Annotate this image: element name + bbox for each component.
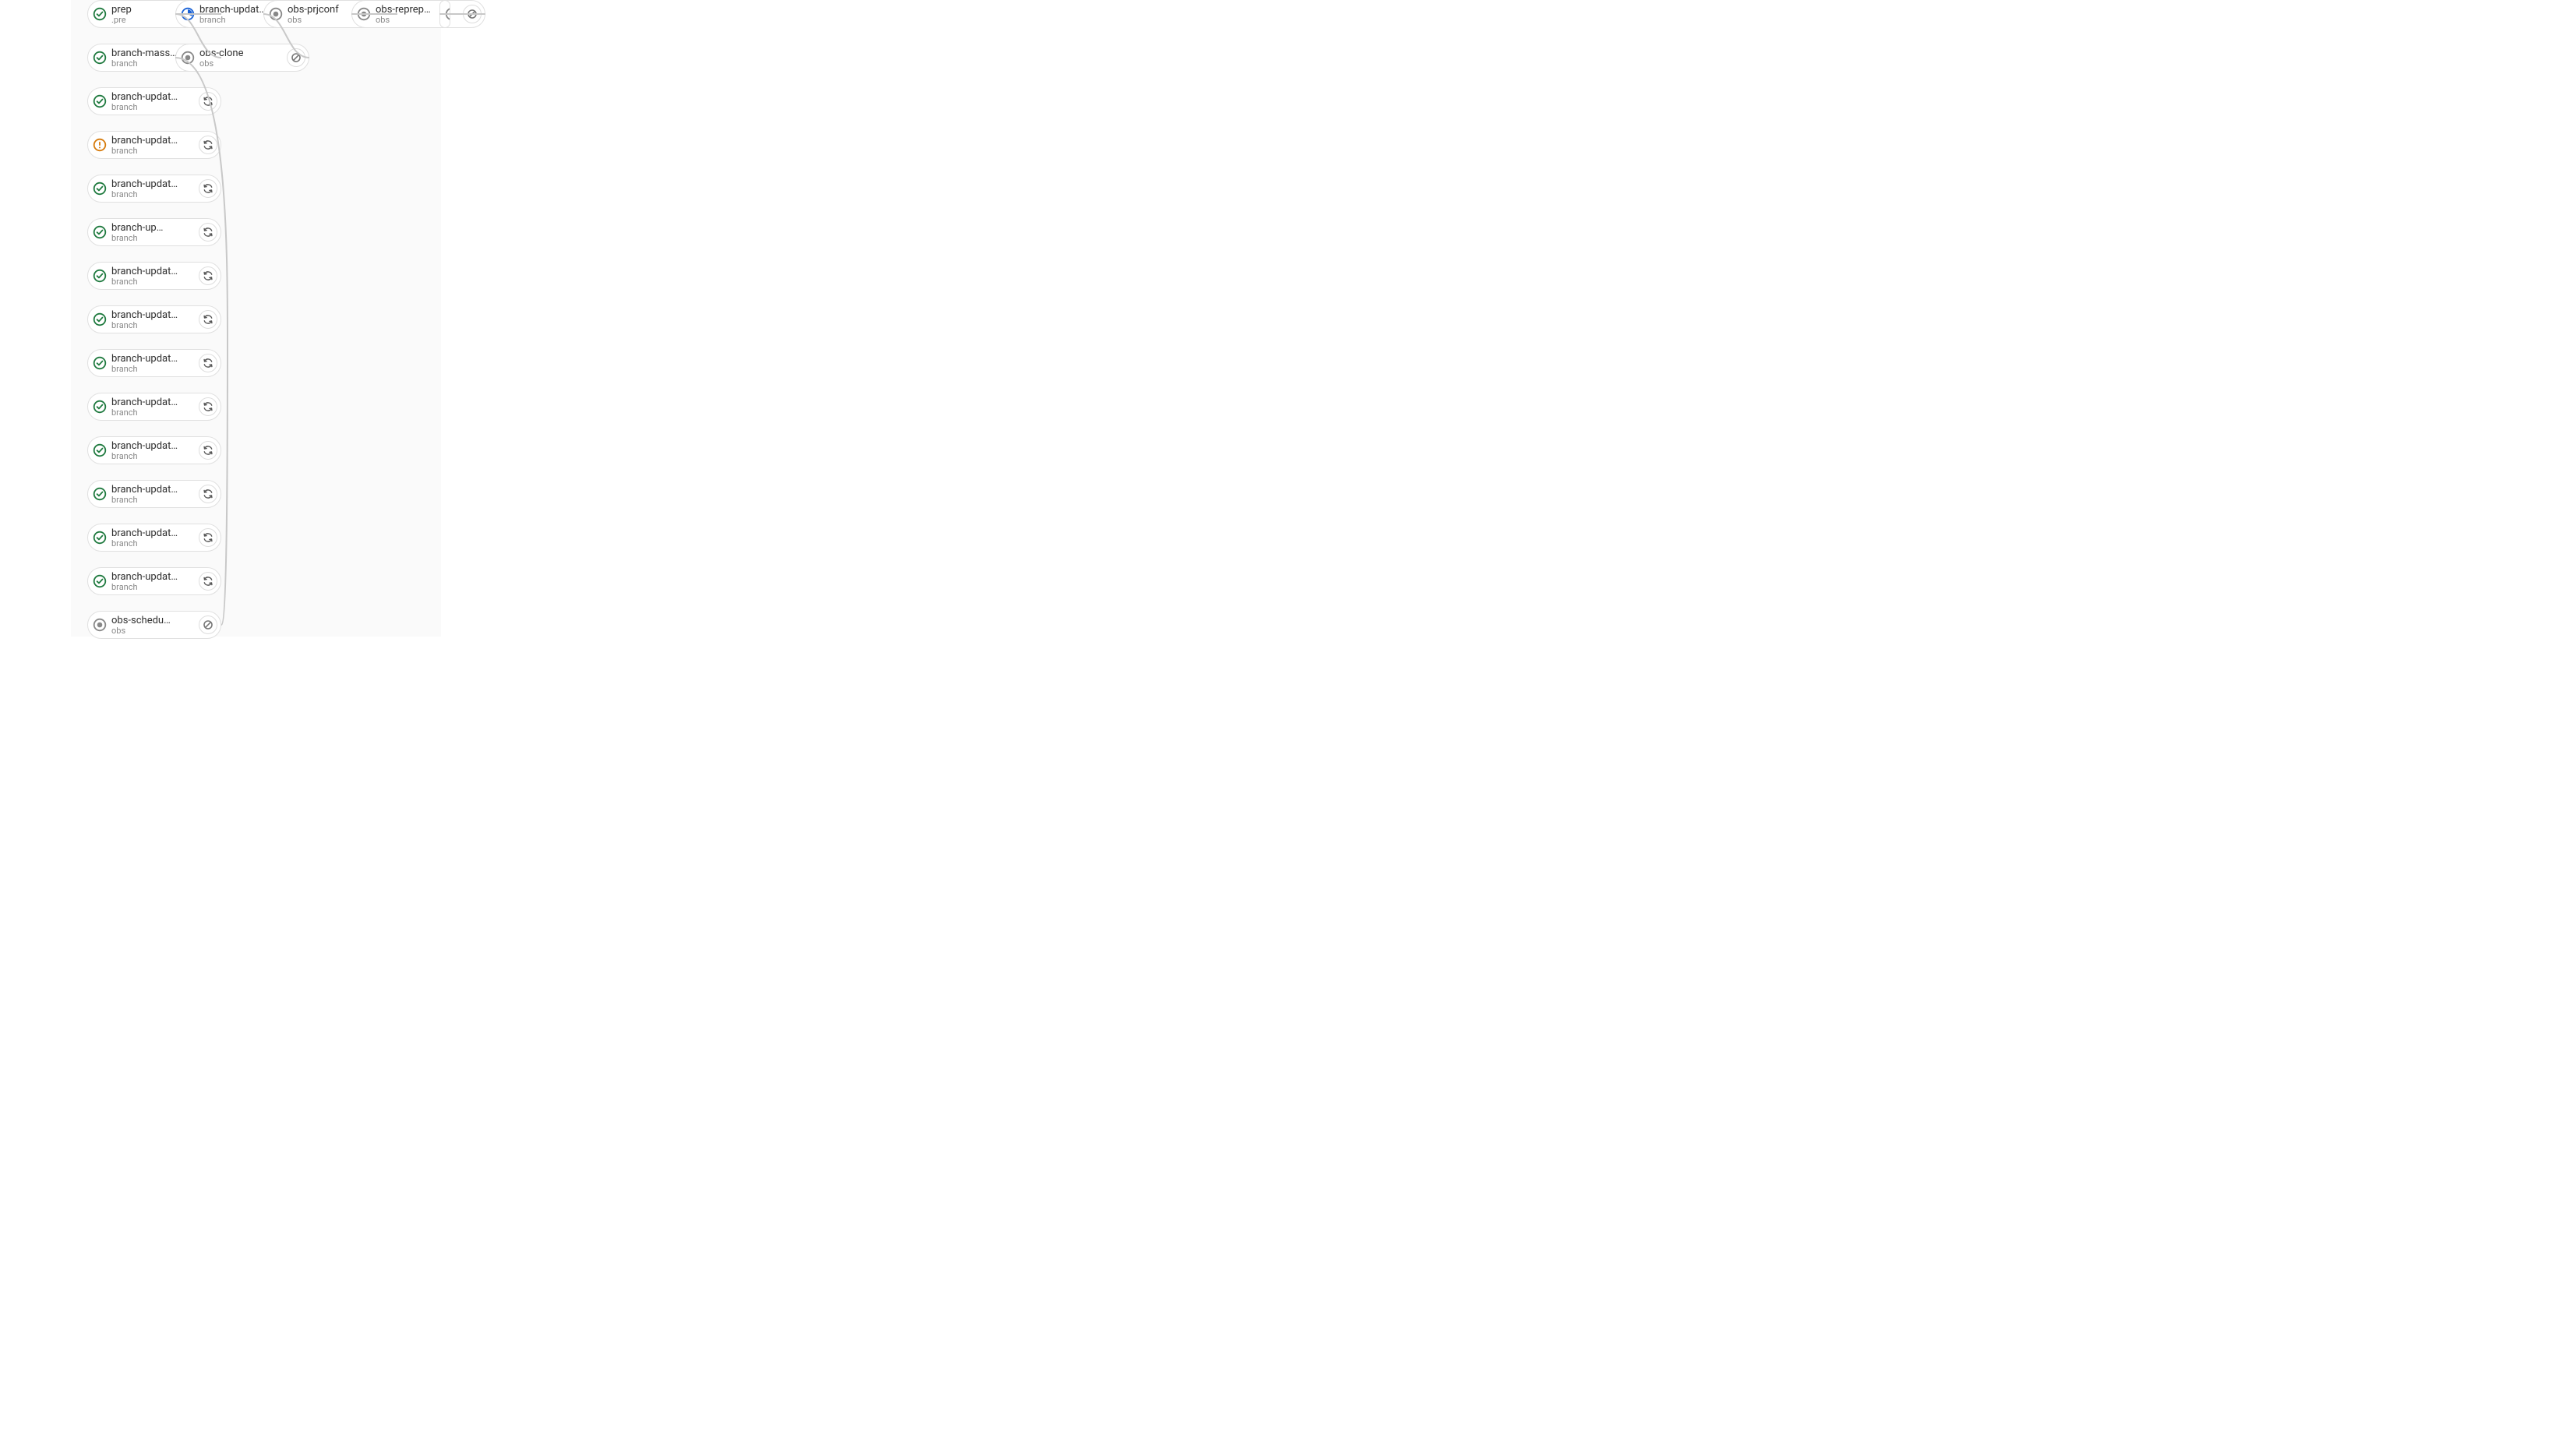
pipeline-node[interactable]: branch-up…branch xyxy=(87,218,221,246)
node-stage: branch xyxy=(111,365,194,373)
node-labels: branch-updat…branch xyxy=(111,136,194,155)
node-labels: obs-schedu…obs xyxy=(111,615,194,635)
retry-button[interactable] xyxy=(199,485,217,503)
node-labels: branch-updat…branch xyxy=(111,354,194,373)
node-stage: branch xyxy=(111,321,194,330)
node-title: branch-updat… xyxy=(111,136,194,146)
node-title: branch-updat… xyxy=(111,92,194,102)
node-stage: branch xyxy=(111,583,194,591)
success-icon xyxy=(93,225,107,239)
success-icon xyxy=(93,356,107,370)
success-icon xyxy=(93,312,107,326)
created-icon xyxy=(181,51,195,65)
node-stage: branch xyxy=(111,277,194,286)
retry-button[interactable] xyxy=(199,397,217,416)
node-title: branch-updat… xyxy=(111,572,194,582)
node-title: obs-clone xyxy=(199,48,282,58)
success-icon xyxy=(93,182,107,196)
node-labels: branch-updat…branch xyxy=(111,441,194,460)
pipeline-node[interactable]: branch-updat…branch xyxy=(87,131,221,159)
pipeline-node[interactable]: branch-updat…branch xyxy=(87,175,221,203)
node-title: branch-updat… xyxy=(111,397,194,407)
node-title: branch-updat… xyxy=(111,179,194,189)
node-labels: obs-cloneobs xyxy=(199,48,282,68)
node-title: branch-up… xyxy=(111,223,194,233)
node-stage: branch xyxy=(111,539,194,548)
node-labels: branch-up…branch xyxy=(111,223,194,242)
node-stage: branch xyxy=(111,496,194,504)
node-labels: branch-updat…branch xyxy=(111,397,194,417)
node-title: branch-updat… xyxy=(111,485,194,495)
pipeline-canvas-right xyxy=(441,0,1145,637)
node-stage: branch xyxy=(111,408,194,417)
created-icon xyxy=(93,618,107,632)
node-labels: branch-updat…branch xyxy=(111,179,194,199)
node-title: obs-schedu… xyxy=(111,615,194,626)
pipeline-node[interactable]: branch-updat…branch xyxy=(87,567,221,595)
retry-button[interactable] xyxy=(199,266,217,285)
retry-button[interactable] xyxy=(199,310,217,329)
pipeline-node[interactable]: obs-schedu…obs xyxy=(87,611,221,639)
success-icon xyxy=(93,443,107,457)
node-labels: branch-updat…branch xyxy=(111,266,194,286)
created-icon xyxy=(269,7,283,21)
node-title: branch-updat… xyxy=(111,354,194,364)
node-stage: branch xyxy=(111,190,194,199)
retry-button[interactable] xyxy=(199,223,217,242)
success-icon xyxy=(93,574,107,588)
node-title: branch-updat… xyxy=(111,266,194,277)
pipeline-node[interactable]: branch-updat…branch xyxy=(87,524,221,552)
node-labels: branch-updat…branch xyxy=(111,92,194,111)
node-stage: obs xyxy=(199,59,282,68)
success-icon xyxy=(93,7,107,21)
retry-button[interactable] xyxy=(199,441,217,460)
retry-button[interactable] xyxy=(199,92,217,111)
node-title: branch-updat… xyxy=(111,528,194,538)
node-labels: branch-updat…branch xyxy=(111,528,194,548)
retry-button[interactable] xyxy=(199,179,217,198)
pipeline-node[interactable]: branch-updat…branch xyxy=(87,480,221,508)
pipeline-node[interactable]: branch-updat…branch xyxy=(87,87,221,115)
success-icon xyxy=(93,400,107,414)
success-icon xyxy=(93,487,107,501)
pipeline-node[interactable]: branch-updat…branch xyxy=(87,393,221,421)
retry-button[interactable] xyxy=(199,354,217,372)
left-panel xyxy=(0,0,71,637)
node-stage: branch xyxy=(111,146,194,155)
node-labels: branch-updat…branch xyxy=(111,572,194,591)
success-icon xyxy=(93,531,107,545)
pipeline-node[interactable]: obs-reprep…obs xyxy=(351,0,485,28)
success-icon xyxy=(93,51,107,65)
success-icon xyxy=(93,94,107,108)
retry-button[interactable] xyxy=(199,528,217,547)
pipeline-node[interactable]: branch-updat…branch xyxy=(87,349,221,377)
pipeline-node[interactable]: branch-updat…branch xyxy=(87,305,221,333)
warning-icon xyxy=(93,138,107,152)
pipeline-node[interactable] xyxy=(439,0,450,28)
running-icon xyxy=(181,7,195,21)
node-labels: branch-updat…branch xyxy=(111,310,194,330)
node-stage: branch xyxy=(111,452,194,460)
cancel-button[interactable] xyxy=(199,615,217,634)
success-icon xyxy=(93,269,107,283)
pipeline-node[interactable]: branch-updat…branch xyxy=(87,436,221,464)
cancel-button[interactable] xyxy=(287,48,305,67)
node-title: branch-updat… xyxy=(111,441,194,451)
created-icon xyxy=(357,7,371,21)
node-labels: branch-updat…branch xyxy=(111,485,194,504)
node-stage: branch xyxy=(111,234,194,242)
node-stage: obs xyxy=(111,626,194,635)
node-title: branch-updat… xyxy=(111,310,194,320)
cancel-button[interactable] xyxy=(463,5,482,23)
created-icon xyxy=(445,7,450,21)
pipeline-node[interactable]: branch-updat…branch xyxy=(87,262,221,290)
pipeline-node[interactable]: obs-cloneobs xyxy=(175,44,309,72)
retry-button[interactable] xyxy=(199,572,217,591)
retry-button[interactable] xyxy=(199,136,217,154)
node-stage: branch xyxy=(111,103,194,111)
